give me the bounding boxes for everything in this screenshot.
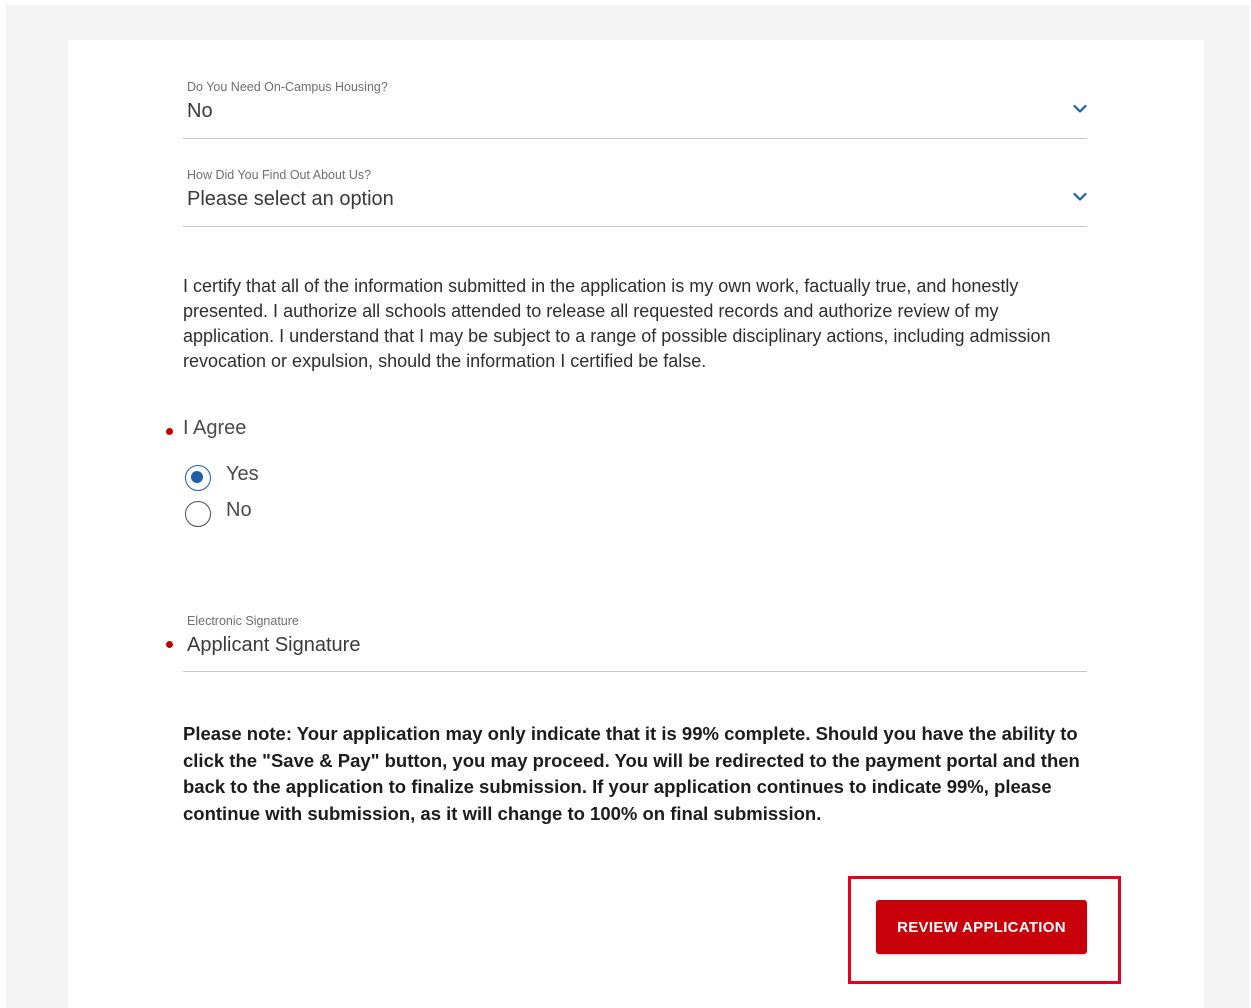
agree-label: I Agree (183, 417, 247, 439)
housing-select-value: No (187, 100, 213, 122)
agree-option-yes[interactable]: Yes (185, 462, 259, 494)
signature-input-placeholder: Applicant Signature (187, 634, 361, 656)
agree-option-yes-label: Yes (226, 462, 259, 485)
chevron-down-icon[interactable] (1073, 104, 1087, 114)
radio-selected-icon[interactable] (185, 465, 211, 491)
payment-note: Please note: Your application may only i… (183, 723, 1080, 824)
certification-text: I certify that all of the information su… (183, 276, 1051, 371)
chevron-down-icon[interactable] (1073, 192, 1087, 202)
housing-select-label: Do You Need On-Campus Housing? (187, 80, 388, 94)
housing-select[interactable]: Do You Need On-Campus Housing? No (183, 78, 1087, 139)
review-application-button[interactable]: REVIEW APPLICATION (876, 900, 1087, 954)
referral-select-placeholder: Please select an option (187, 188, 394, 210)
agree-option-no-label: No (226, 498, 252, 521)
required-dot-icon (166, 428, 173, 435)
agree-option-no[interactable]: No (185, 498, 252, 530)
signature-input[interactable]: Electronic Signature Applicant Signature (183, 613, 1087, 672)
signature-input-label: Electronic Signature (187, 614, 299, 628)
referral-select[interactable]: How Did You Find Out About Us? Please se… (183, 167, 1087, 227)
radio-unselected-icon[interactable] (185, 501, 211, 527)
required-dot-icon (166, 641, 173, 648)
referral-select-label: How Did You Find Out About Us? (187, 168, 372, 182)
